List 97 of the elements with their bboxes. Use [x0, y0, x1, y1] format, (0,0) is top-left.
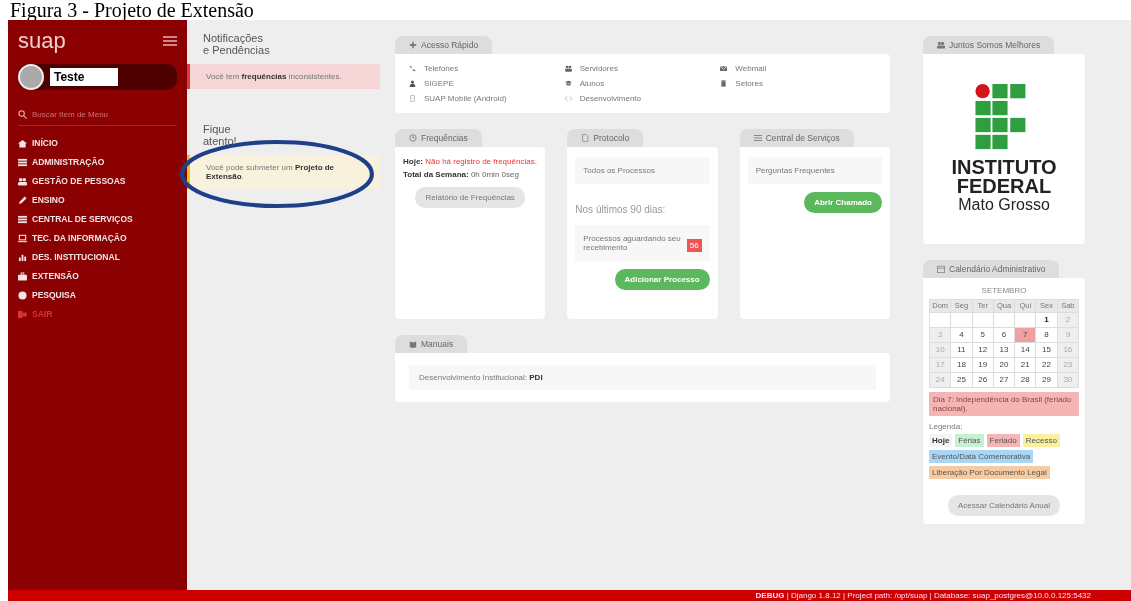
quick-link[interactable]: Alunos	[564, 79, 721, 88]
home-icon	[18, 138, 27, 148]
search-icon	[18, 110, 27, 119]
menu-item[interactable]: CENTRAL DE SERVIÇOS	[18, 214, 177, 224]
brand-logo[interactable]: suap	[18, 28, 66, 54]
legend-tag: Hoje	[929, 434, 953, 447]
list-icon	[18, 157, 27, 167]
exit-icon	[18, 309, 27, 319]
user-name: Teste	[50, 68, 118, 86]
legend-tag: Feriado	[986, 434, 1020, 447]
quick-link[interactable]: Setores	[720, 79, 876, 88]
clock-icon	[409, 134, 417, 142]
calendar-day[interactable]: 8	[1036, 328, 1057, 342]
report-button[interactable]: Relatório de Frequências	[415, 187, 525, 208]
legend-title: Legenda:	[929, 422, 964, 431]
calendar-day[interactable]: 29	[1036, 373, 1057, 387]
cap-icon	[564, 80, 572, 87]
calendar-day[interactable]: 26	[972, 373, 993, 387]
user-profile[interactable]: Teste	[18, 64, 177, 90]
count-badge: 56	[686, 239, 702, 252]
calendar-day[interactable]: 25	[951, 373, 972, 387]
notification-message[interactable]: Você tem frequências inconsistentes.	[187, 64, 380, 89]
laptop-icon	[18, 233, 27, 243]
quick-link[interactable]: Telefones	[409, 64, 565, 73]
avatar-icon	[18, 64, 44, 90]
calendar-icon	[937, 265, 945, 273]
calendar-day[interactable]: 18	[951, 358, 972, 372]
manual-link[interactable]: Desenvolvimento Institucional: PDI	[409, 365, 876, 390]
menu-item[interactable]: PESQUISA	[18, 290, 177, 300]
book-icon	[409, 340, 417, 348]
calendar-day[interactable]: 12	[972, 343, 993, 357]
people-icon	[18, 176, 27, 186]
chart-icon	[18, 252, 27, 262]
menu-item[interactable]: EXTENSÃO	[18, 271, 177, 281]
menu-item[interactable]: DES. INSTITUCIONAL	[18, 252, 177, 262]
notifications-title: Notificações e Pendências	[202, 32, 271, 56]
calendar-day[interactable]: 11	[951, 343, 972, 357]
calendar-day[interactable]: 13	[993, 343, 1015, 357]
logo-text: Mato Grosso	[958, 196, 1050, 213]
calendar-day[interactable]: 22	[1036, 358, 1057, 372]
period-heading: Nos últimos 90 dias:	[575, 204, 667, 215]
calendar-day[interactable]: 1	[1036, 313, 1057, 327]
people-icon	[937, 41, 945, 49]
logo-text: FEDERAL	[956, 177, 1052, 196]
today-status: Hoje: Não há registro de frequências.	[403, 157, 538, 166]
month-title: SETEMBRO	[980, 286, 1028, 295]
calendar-day[interactable]: 27	[993, 373, 1015, 387]
alert-message[interactable]: Você pode submeter um Projeto de Extensão.	[187, 155, 380, 189]
week-total: Total da Semana: 0h 0min 0seg	[403, 170, 520, 179]
user-icon	[409, 80, 416, 87]
calendar-day[interactable]: 21	[1015, 358, 1036, 372]
holiday-note: Dia 7: Independência do Brasil (feriado nacional).	[929, 392, 1079, 416]
faq-link[interactable]: Perguntas Frequentes	[747, 157, 882, 184]
calendar-day[interactable]: 28	[1015, 373, 1036, 387]
pencil-icon	[18, 195, 27, 205]
list-icon	[753, 134, 762, 142]
menu-item[interactable]: GESTÃO DE PESSOAS	[18, 176, 177, 186]
alerts-title: Fique atento!	[202, 123, 238, 147]
menu-item[interactable]: TEC. DA INFORMAÇÃO	[18, 233, 177, 243]
calendar-day[interactable]: 5	[972, 328, 993, 342]
quick-link[interactable]: SUAP Mobile (Android)	[409, 94, 565, 103]
menu-item[interactable]: ENSINO	[18, 195, 177, 205]
menu-item[interactable]: ADMINISTRAÇÃO	[18, 157, 177, 167]
calendar-day[interactable]: 19	[972, 358, 993, 372]
plus-icon	[409, 41, 417, 49]
legend-tag: Recesso	[1022, 434, 1060, 447]
calendar-day[interactable]: 7	[1015, 328, 1036, 342]
quick-link[interactable]: Servidores	[564, 64, 721, 73]
menu-icon[interactable]	[163, 36, 177, 46]
code-icon	[564, 95, 572, 102]
people-icon	[564, 65, 572, 72]
calendar-day[interactable]: 15	[1036, 343, 1057, 357]
calendar-day[interactable]: 20	[993, 358, 1015, 372]
globe-icon	[18, 290, 27, 300]
list-icon	[18, 214, 27, 224]
calendar-day[interactable]: 14	[1015, 343, 1036, 357]
debug-bar: DEBUG | Django 1.8.12 | Project path: /opt/suap | Database: suap_postgres@10.0.0.125:5432	[8, 590, 1131, 601]
pending-processes-link[interactable]: Processos aguardando seu recebimento	[583, 234, 683, 252]
legend-tag: Liberação Por Documento Legal	[929, 466, 1050, 479]
document-icon	[581, 134, 590, 142]
annual-calendar-button[interactable]: Acessar Calendário Anual	[947, 495, 1061, 516]
calendar-day[interactable]: 6	[993, 328, 1015, 342]
mail-icon	[720, 65, 728, 72]
menu-search-field[interactable]: Buscar Item de Menu	[32, 110, 152, 119]
menu-item[interactable]: INÍCIO	[18, 138, 177, 148]
mobile-icon	[409, 95, 416, 102]
quick-link[interactable]: Webmail	[720, 64, 876, 73]
all-processes-link[interactable]: Todos os Processos	[575, 157, 710, 184]
quick-link[interactable]: Desenvolvimento	[564, 94, 721, 103]
legend-tag: Evento/Data Comemorativa	[929, 450, 1034, 463]
briefcase-icon	[18, 271, 27, 281]
building-icon	[720, 80, 728, 87]
phone-icon	[409, 65, 416, 72]
calendar-day[interactable]: 4	[951, 328, 972, 342]
quick-link[interactable]: SIGEPE	[409, 79, 565, 88]
logo-text: INSTITUTO	[951, 158, 1057, 177]
legend-tag: Férias	[955, 434, 984, 447]
